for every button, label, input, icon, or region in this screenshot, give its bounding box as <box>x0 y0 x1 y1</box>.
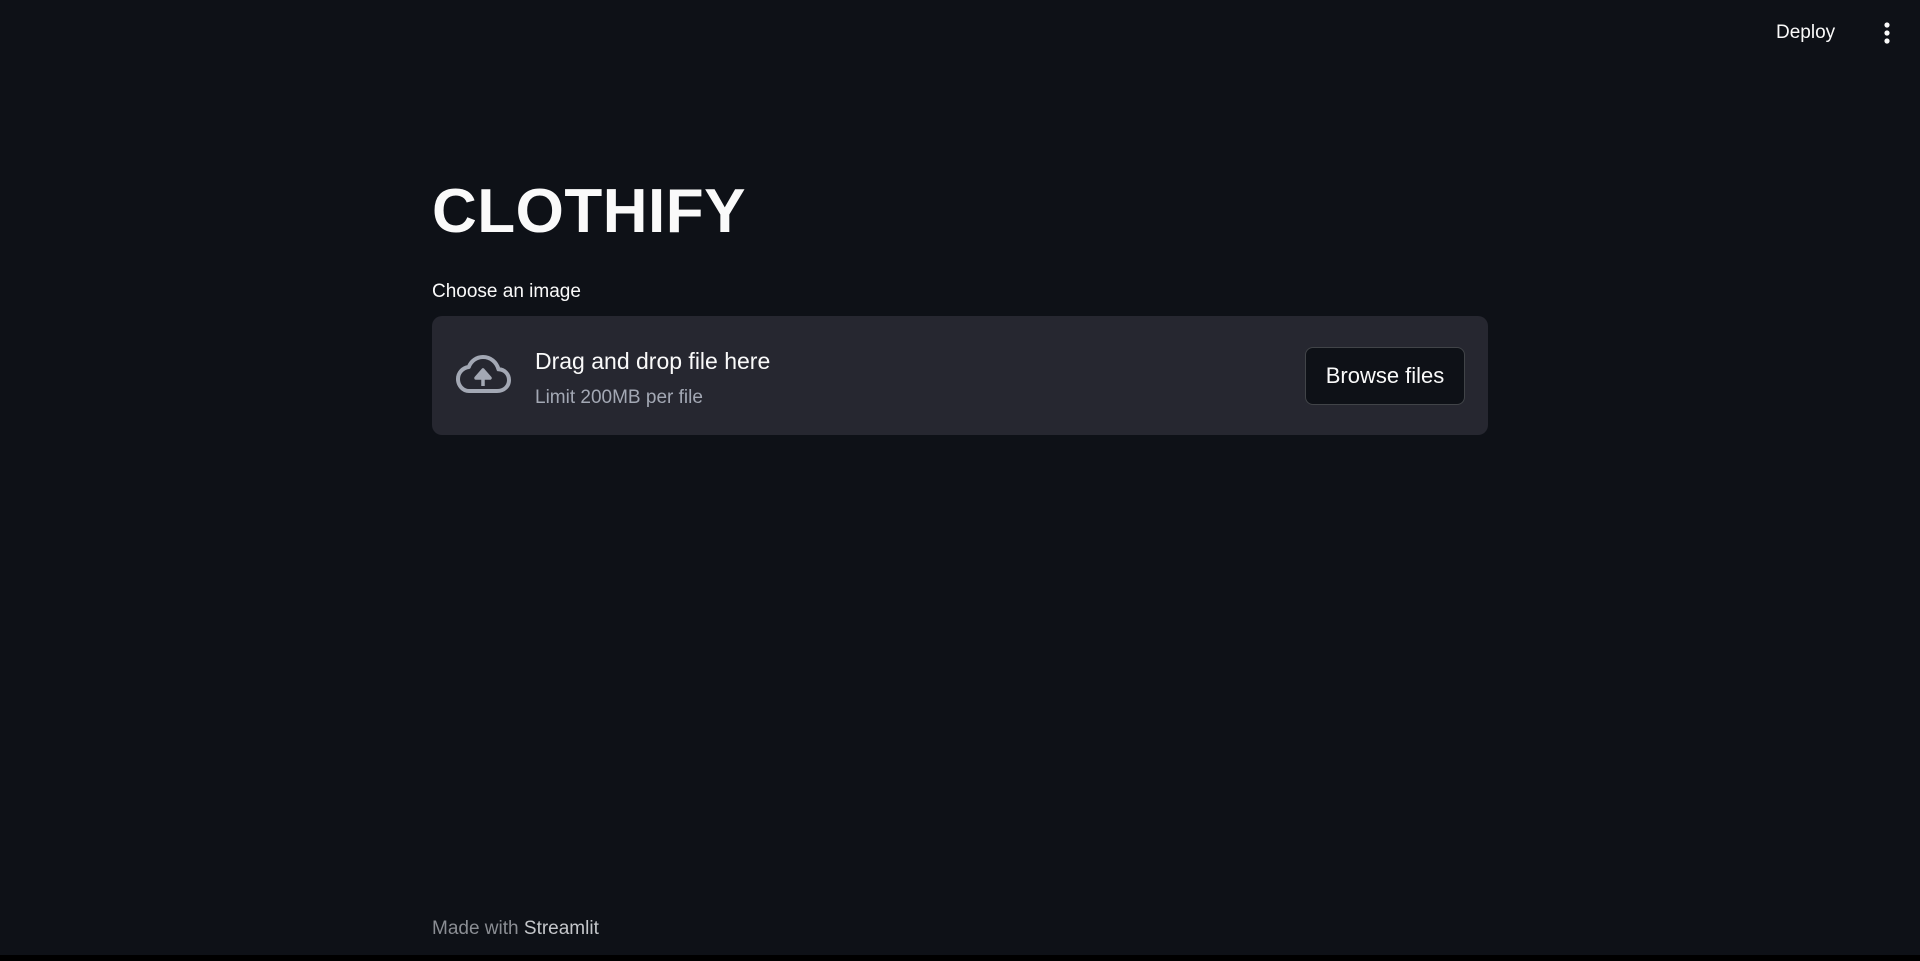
browse-files-button[interactable]: Browse files <box>1305 347 1465 405</box>
page-title: CLOTHIFY <box>432 177 746 246</box>
toolbar: Deploy <box>0 0 1920 66</box>
footer-made-with: Made with <box>432 918 519 939</box>
streamlit-link[interactable]: Streamlit <box>524 918 599 939</box>
bottom-edge-bar <box>0 955 1920 961</box>
cloud-upload-icon <box>455 353 511 397</box>
footer: Made with Streamlit <box>432 916 599 942</box>
deploy-button[interactable]: Deploy <box>1772 18 1839 48</box>
vertical-dots-icon <box>1874 22 1900 44</box>
dropzone-size-limit: Limit 200MB per file <box>535 387 703 408</box>
dropzone-instructions: Drag and drop file here <box>535 348 771 374</box>
file-uploader-label: Choose an image <box>432 281 581 302</box>
main-menu-button[interactable] <box>1874 18 1900 48</box>
app-root: Deploy CLOTHIFY Choose an image Drag and… <box>0 0 1920 961</box>
file-dropzone[interactable]: Drag and drop file here Limit 200MB per … <box>432 316 1488 435</box>
